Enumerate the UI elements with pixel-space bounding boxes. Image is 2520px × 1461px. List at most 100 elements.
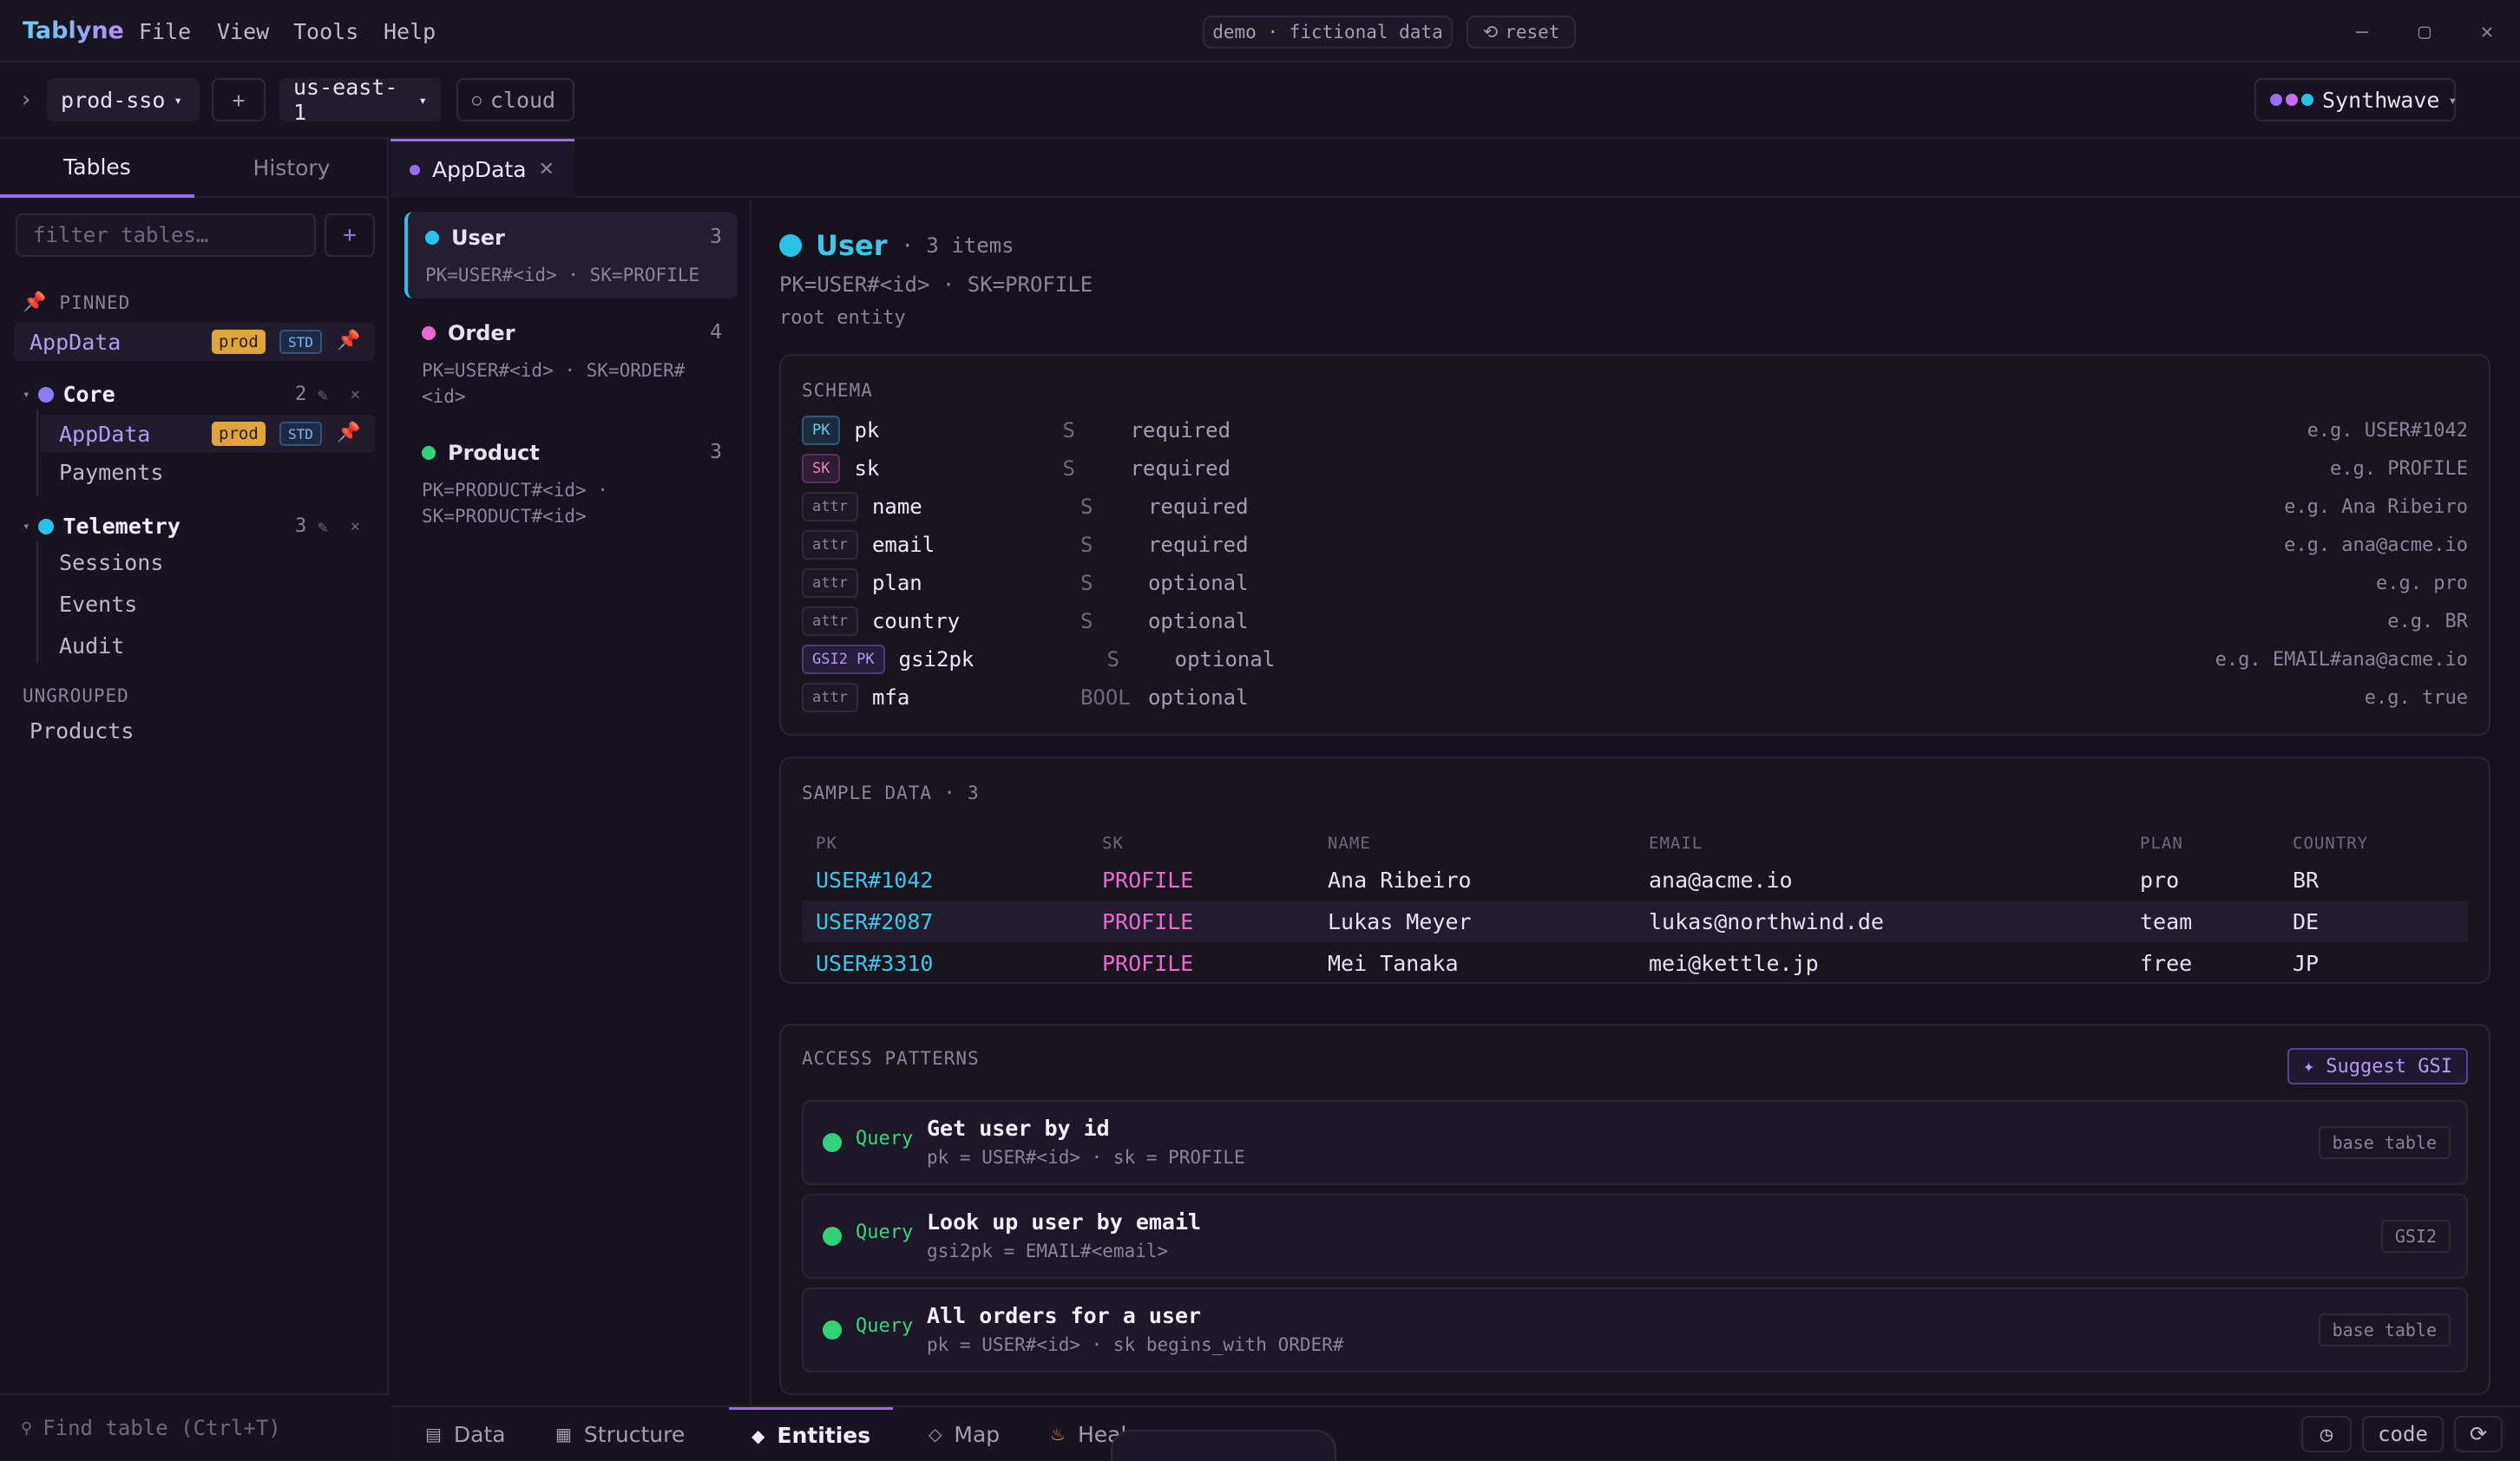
- column-header[interactable]: PK: [802, 828, 1088, 859]
- entity-item-user[interactable]: User 3 PK=USER#<id> · SK=PROFILE: [404, 212, 738, 298]
- entity-item-product[interactable]: Product 3 PK=PRODUCT#<id> · SK=PRODUCT#<…: [404, 427, 738, 531]
- entity-color-icon: [425, 231, 439, 245]
- entity-description: root entity: [779, 307, 906, 329]
- sidebar-item-products[interactable]: Products: [30, 718, 134, 744]
- sidebar-item-payments[interactable]: Payments: [59, 460, 163, 485]
- pin-icon[interactable]: 📌: [337, 330, 360, 351]
- menu-tools[interactable]: Tools: [293, 19, 358, 44]
- close-icon[interactable]: ✕: [351, 517, 360, 535]
- menu-view[interactable]: View: [217, 19, 269, 44]
- sidebar-item-sessions[interactable]: Sessions: [59, 550, 163, 575]
- edit-icon[interactable]: ✎: [318, 516, 328, 537]
- table-row[interactable]: USER#1042 PROFILE Ana Ribeiro ana@acme.io pr…: [802, 859, 2468, 901]
- field-type: S: [1080, 533, 1093, 557]
- field-example: e.g. PROFILE: [2330, 457, 2468, 480]
- table-cell: free: [2140, 950, 2193, 976]
- add-table-button[interactable]: +: [325, 213, 375, 257]
- entity-color-icon: [422, 446, 436, 460]
- theme-selector[interactable]: Synthwave ▾: [2254, 78, 2457, 121]
- field-example: e.g. BR: [2387, 610, 2468, 632]
- menu-help[interactable]: Help: [384, 19, 436, 44]
- refresh-icon[interactable]: ⟳: [2454, 1416, 2503, 1452]
- suggest-gsi-button[interactable]: ✦ Suggest GSI: [2287, 1048, 2468, 1084]
- entity-item-order[interactable]: Order 4 PK=USER#<id> · SK=ORDER#<id>: [404, 307, 738, 411]
- sidebar-item-appdata[interactable]: AppData prod STD 📌: [40, 415, 375, 453]
- code-button[interactable]: code: [2362, 1416, 2444, 1452]
- find-table-label: Find table (Ctrl+T): [43, 1416, 281, 1440]
- key-kind-badge: attr: [802, 606, 858, 636]
- key-kind-badge: attr: [802, 530, 858, 560]
- tab-label: AppData: [432, 157, 527, 182]
- edit-icon[interactable]: ✎: [318, 384, 328, 405]
- sidebar-item-audit[interactable]: Audit: [59, 633, 124, 658]
- field-name: pk: [854, 418, 880, 442]
- access-patterns-title: ACCESS PATTERNS: [802, 1048, 980, 1069]
- table-row[interactable]: USER#3310 PROFILE Mei Tanaka mei@kettle.jp f…: [802, 942, 2468, 984]
- tab-map[interactable]: ◇ Map: [929, 1407, 1000, 1461]
- field-type: S: [1080, 571, 1093, 595]
- close-icon[interactable]: ✕: [351, 385, 360, 403]
- field-name: sk: [854, 456, 880, 481]
- cloud-mode-toggle[interactable]: ○ cloud: [456, 78, 574, 121]
- field-type: S: [1062, 418, 1075, 442]
- reset-button[interactable]: ⟲ reset: [1467, 16, 1576, 49]
- theme-label: Synthwave: [2322, 87, 2440, 113]
- pinned-label: PINNED: [59, 292, 131, 313]
- sidebar: Tables History filter tables… + 📌 PINNED…: [0, 139, 389, 1461]
- tab-label: Structure: [583, 1421, 686, 1447]
- tab-dot-icon: [410, 164, 420, 175]
- minimize-icon[interactable]: –: [2346, 16, 2378, 47]
- group-name: Telemetry: [62, 514, 180, 539]
- close-window-icon[interactable]: ✕: [2471, 16, 2503, 47]
- entity-list: User 3 PK=USER#<id> · SK=PROFILE Order 4…: [390, 200, 751, 1405]
- access-pattern-item[interactable]: Query All orders for a user pk = USER#<id>…: [802, 1287, 2468, 1373]
- filter-tables-input[interactable]: filter tables…: [16, 213, 316, 257]
- access-pattern-item[interactable]: Query Look up user by email gsi2pk = EMAIL…: [802, 1194, 2468, 1279]
- schema-card: SCHEMA PK pk Srequired e.g. USER#1042 SK sk Sr…: [779, 354, 2490, 736]
- column-header[interactable]: SK: [1088, 828, 1314, 859]
- access-pattern-item[interactable]: Query Get user by id pk = USER#<id> · sk =…: [802, 1100, 2468, 1185]
- menu-file[interactable]: File: [139, 19, 191, 44]
- profile-selector[interactable]: prod-sso ▾: [47, 78, 200, 121]
- class-badge: STD: [279, 330, 322, 354]
- floating-dock[interactable]: [1111, 1430, 1336, 1461]
- tab-tables[interactable]: Tables: [0, 139, 194, 198]
- region-selector[interactable]: us-east-1 ▾: [279, 75, 441, 125]
- close-tab-icon[interactable]: ✕: [539, 159, 555, 180]
- column-header[interactable]: NAME: [1314, 828, 1635, 859]
- table-cell: Mei Tanaka: [1328, 950, 1459, 976]
- chevron-down-icon: ▾: [418, 91, 427, 108]
- tab-data[interactable]: ▤ Data: [425, 1407, 506, 1461]
- entity-color-icon: [779, 234, 802, 257]
- grid-icon: ▦: [555, 1424, 572, 1445]
- clock-icon[interactable]: ◷: [2301, 1416, 2352, 1452]
- tab-entities[interactable]: ◆ Entities: [729, 1407, 894, 1461]
- field-example: e.g. USER#1042: [2307, 419, 2468, 442]
- column-header[interactable]: PLAN: [2126, 828, 2279, 859]
- column-header[interactable]: EMAIL: [1635, 828, 2126, 859]
- demo-badge: demo · fictional data: [1203, 16, 1453, 49]
- chevron-right-icon[interactable]: ›: [19, 87, 33, 113]
- field-example: e.g. pro: [2376, 572, 2468, 594]
- app-logo: Tablyne: [23, 17, 124, 44]
- maximize-icon[interactable]: ▢: [2409, 16, 2440, 47]
- entity-name: Order: [448, 321, 515, 345]
- tab-structure[interactable]: ▦ Structure: [555, 1407, 685, 1461]
- sample-data-card: SAMPLE DATA · 3 PK SK NAME EMAIL PLAN COUNTRY…: [779, 757, 2490, 984]
- find-table-input[interactable]: ⚲ Find table (Ctrl+T): [0, 1393, 389, 1461]
- group-core[interactable]: ▾ Core 2 ✎ ✕: [23, 382, 370, 407]
- add-profile-button[interactable]: +: [212, 78, 266, 121]
- tab-appdata[interactable]: AppData ✕: [390, 139, 574, 198]
- pinned-item-appdata[interactable]: AppData prod STD 📌: [14, 323, 375, 361]
- entity-key: PK=PRODUCT#<id> · SK=PRODUCT#<id>: [422, 480, 608, 527]
- schema-row: attr mfa BOOL optional e.g. true: [802, 680, 2468, 715]
- group-telemetry[interactable]: ▾ Telemetry 3 ✎ ✕: [23, 514, 370, 539]
- table-row[interactable]: USER#2087 PROFILE Lukas Meyer lukas@northwi…: [802, 901, 2468, 942]
- pin-icon[interactable]: 📌: [337, 422, 360, 443]
- tab-history[interactable]: History: [194, 139, 389, 198]
- table-cell: PROFILE: [1088, 901, 1314, 942]
- column-header[interactable]: COUNTRY: [2279, 828, 2468, 859]
- field-type: S: [1080, 495, 1093, 519]
- entity-header: User · 3 items: [779, 229, 1014, 262]
- sidebar-item-events[interactable]: Events: [59, 592, 137, 617]
